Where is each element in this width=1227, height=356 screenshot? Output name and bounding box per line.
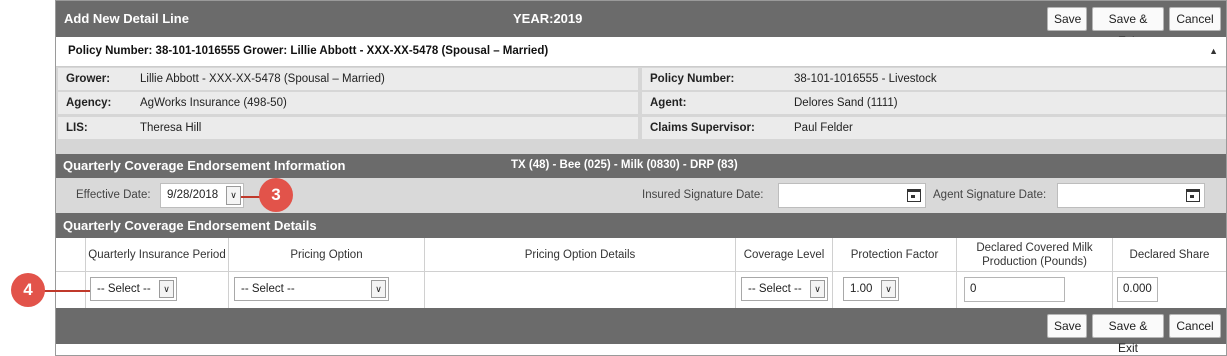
- lis-value: Theresa Hill: [140, 122, 202, 134]
- qce-info-header: Quarterly Coverage Endorsement Informati…: [56, 154, 1226, 178]
- table-cell: 0: [957, 272, 1113, 308]
- protection-factor-select[interactable]: 1.00 ∨: [843, 277, 899, 301]
- agent-signature-date-field[interactable]: [1057, 183, 1205, 208]
- pricing-option-value: -- Select --: [241, 283, 295, 295]
- chevron-down-icon[interactable]: ∨: [371, 280, 386, 298]
- policy-summary-text: Policy Number: 38-101-1016555 Grower: Li…: [68, 45, 549, 57]
- coverage-level-value: -- Select --: [748, 283, 802, 295]
- collapse-up-icon[interactable]: ▲: [1209, 46, 1218, 56]
- chevron-down-icon[interactable]: ∨: [810, 280, 825, 298]
- claims-supervisor-value: Paul Felder: [794, 122, 853, 134]
- lis-label: LIS:: [66, 122, 88, 134]
- chevron-down-icon[interactable]: ∨: [226, 186, 241, 205]
- policy-number-label: Policy Number:: [650, 73, 735, 85]
- save-button[interactable]: Save: [1047, 314, 1087, 338]
- effective-date-label: Effective Date:: [76, 189, 151, 201]
- effective-date-value: 9/28/2018: [167, 189, 219, 201]
- quarterly-period-value: -- Select --: [97, 283, 151, 295]
- column-header: Protection Factor: [833, 238, 957, 272]
- details-table: Quarterly Insurance Period Pricing Optio…: [56, 238, 1226, 308]
- qce-info-subtitle: TX (48) - Bee (025) - Milk (0830) - DRP …: [511, 159, 738, 171]
- policy-info-grid: Grower: Lillie Abbott - XXX-XX-5478 (Spo…: [56, 67, 1226, 157]
- callout-3-marker: 3: [259, 178, 293, 212]
- declared-share-input[interactable]: 0.000: [1117, 277, 1158, 302]
- agency-row: Agency: AgWorks Insurance (498-50): [58, 92, 638, 114]
- agency-label: Agency:: [66, 97, 112, 109]
- qce-details-header: Quarterly Coverage Endorsement Details: [56, 213, 1226, 238]
- agent-row: Agent: Delores Sand (1111): [642, 92, 1226, 114]
- column-header: Declared Covered Milk Production (Pounds…: [957, 238, 1113, 272]
- lis-row: LIS: Theresa Hill: [58, 117, 638, 139]
- save-exit-button[interactable]: Save & Exit: [1092, 314, 1164, 355]
- form-footer: Save Save & Exit Cancel: [56, 308, 1226, 355]
- dates-row: Effective Date: 9/28/2018 ∨ Insured Sign…: [56, 178, 1226, 213]
- quarterly-period-select[interactable]: -- Select -- ∨: [90, 277, 177, 301]
- column-header: Declared Share: [1113, 238, 1226, 272]
- table-cell: 0.000: [1113, 272, 1226, 308]
- qce-info-title: Quarterly Coverage Endorsement Informati…: [63, 158, 346, 173]
- effective-date-select[interactable]: 9/28/2018 ∨: [160, 183, 244, 208]
- year-label: YEAR:2019: [513, 11, 583, 26]
- insured-signature-date-label: Insured Signature Date:: [642, 189, 764, 201]
- claims-supervisor-row: Claims Supervisor: Paul Felder: [642, 117, 1226, 139]
- detail-line-form: Add New Detail Line YEAR:2019 Save Save …: [55, 0, 1227, 356]
- coverage-level-select[interactable]: -- Select -- ∨: [741, 277, 828, 301]
- column-header: Coverage Level: [736, 238, 833, 272]
- table-cell: -- Select -- ∨: [736, 272, 833, 308]
- declared-milk-production-input[interactable]: 0: [964, 277, 1065, 302]
- cancel-button[interactable]: Cancel: [1169, 7, 1221, 31]
- calendar-icon[interactable]: [907, 189, 921, 202]
- callout-4-line: [38, 290, 90, 292]
- agency-value: AgWorks Insurance (498-50): [140, 97, 287, 109]
- policy-number-row: Policy Number: 38-101-1016555 - Livestoc…: [642, 68, 1226, 90]
- qce-details-title: Quarterly Coverage Endorsement Details: [63, 218, 317, 233]
- grower-row: Grower: Lillie Abbott - XXX-XX-5478 (Spo…: [58, 68, 638, 90]
- table-cell: -- Select -- ∨: [86, 272, 229, 308]
- cancel-button[interactable]: Cancel: [1169, 314, 1221, 338]
- row-handle-header: [56, 238, 86, 272]
- pricing-option-details-cell: [425, 272, 736, 308]
- agent-value: Delores Sand (1111): [794, 97, 898, 109]
- pricing-option-select[interactable]: -- Select -- ∨: [234, 277, 389, 301]
- policy-summary-strip[interactable]: Policy Number: 38-101-1016555 Grower: Li…: [56, 37, 1226, 67]
- form-title: Add New Detail Line: [64, 11, 189, 26]
- agent-label: Agent:: [650, 97, 687, 109]
- agent-signature-date-label: Agent Signature Date:: [933, 189, 1047, 201]
- column-header: Pricing Option Details: [425, 238, 736, 272]
- calendar-icon[interactable]: [1186, 189, 1200, 202]
- policy-number-value: 38-101-1016555 - Livestock: [794, 73, 937, 85]
- table-cell: -- Select -- ∨: [229, 272, 425, 308]
- column-header: Quarterly Insurance Period: [86, 238, 229, 272]
- save-exit-button[interactable]: Save & Exit: [1092, 7, 1164, 48]
- grower-label: Grower:: [66, 73, 111, 85]
- chevron-down-icon[interactable]: ∨: [881, 280, 896, 298]
- protection-factor-value: 1.00: [850, 283, 873, 295]
- form-header: Add New Detail Line YEAR:2019 Save Save …: [56, 1, 1226, 48]
- grower-value: Lillie Abbott - XXX-XX-5478 (Spousal – M…: [140, 73, 385, 85]
- save-button[interactable]: Save: [1047, 7, 1087, 31]
- table-cell: 1.00 ∨: [833, 272, 957, 308]
- claims-supervisor-label: Claims Supervisor:: [650, 122, 755, 134]
- callout-4-marker: 4: [11, 273, 45, 307]
- insured-signature-date-field[interactable]: [778, 183, 926, 208]
- chevron-down-icon[interactable]: ∨: [159, 280, 174, 298]
- column-header: Pricing Option: [229, 238, 425, 272]
